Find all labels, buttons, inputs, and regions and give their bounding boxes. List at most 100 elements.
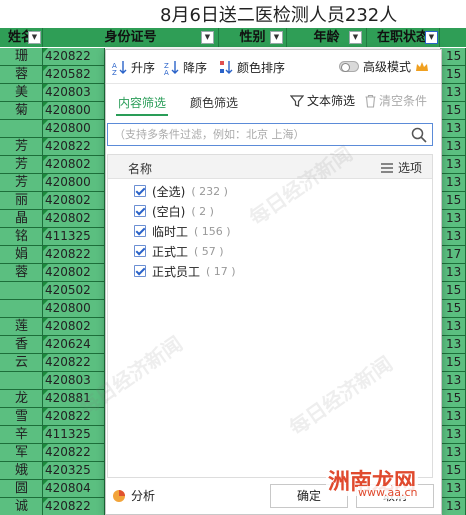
sort-descending-button[interactable]: Z A 降序 (164, 58, 207, 76)
cell-name[interactable]: 娥 (0, 462, 43, 480)
filter-dropdown-icon[interactable]: ▼ (349, 31, 362, 44)
checkbox[interactable] (134, 185, 146, 197)
cell-next[interactable]: 13 (440, 426, 466, 444)
cell-id[interactable]: 420822 (43, 408, 105, 426)
cell-id[interactable]: 420822 (43, 48, 105, 66)
filter-dropdown-icon[interactable]: ▼ (201, 31, 214, 44)
cell-name[interactable]: 丽 (0, 192, 43, 210)
cell-name[interactable]: 芳 (0, 156, 43, 174)
options-button[interactable]: 选项 (380, 159, 422, 176)
cell-name[interactable]: 龙 (0, 390, 43, 408)
cell-id[interactable]: 420822 (43, 138, 105, 156)
cell-next[interactable]: 13 (440, 210, 466, 228)
cell-next[interactable]: 15 (440, 462, 466, 480)
cell-id[interactable]: 420802 (43, 318, 105, 336)
cell-id[interactable]: 420803 (43, 372, 105, 390)
cell-name[interactable]: 军 (0, 444, 43, 462)
cell-name[interactable]: 圆 (0, 480, 43, 498)
filter-dropdown-icon[interactable]: ▼ (270, 31, 283, 44)
search-input[interactable] (108, 124, 403, 145)
cell-id[interactable]: 420800 (43, 102, 105, 120)
cell-id[interactable]: 420802 (43, 264, 105, 282)
header-status[interactable]: 在职状态 ▼ (367, 28, 440, 47)
cell-id[interactable]: 420582 (43, 66, 105, 84)
checkbox[interactable] (134, 205, 146, 217)
cell-name[interactable]: 芳 (0, 174, 43, 192)
cell-id[interactable]: 420822 (43, 354, 105, 372)
cell-next[interactable]: 17 (440, 246, 466, 264)
cell-name[interactable] (0, 282, 43, 300)
header-name[interactable]: 姓名 ▼ (0, 28, 43, 47)
cell-name[interactable]: 蓉 (0, 264, 43, 282)
cell-id[interactable]: 420822 (43, 444, 105, 462)
cell-next[interactable]: 13 (440, 228, 466, 246)
filter-list-item[interactable]: 正式工 ( 57 ) (134, 242, 224, 260)
cell-next[interactable]: 15 (440, 192, 466, 210)
tab-content-filter[interactable]: 内容筛选 (115, 94, 169, 116)
cell-id[interactable]: 411325 (43, 426, 105, 444)
cell-name[interactable]: 娟 (0, 246, 43, 264)
cell-name[interactable]: 菊 (0, 102, 43, 120)
cell-next[interactable]: 13 (440, 156, 466, 174)
cell-id[interactable]: 420802 (43, 156, 105, 174)
filter-dropdown-icon-active[interactable]: ▼ (425, 31, 438, 44)
filter-list-item[interactable]: (全选) ( 232 ) (134, 182, 228, 200)
search-box[interactable] (107, 123, 433, 146)
cell-name[interactable]: 珊 (0, 48, 43, 66)
cell-id[interactable]: 411325 (43, 228, 105, 246)
checkbox[interactable] (134, 245, 146, 257)
tab-color-filter[interactable]: 颜色筛选 (190, 94, 238, 114)
analyze-button[interactable]: 分析 (112, 487, 155, 504)
cell-next[interactable]: 13 (440, 84, 466, 102)
filter-dropdown-icon[interactable]: ▼ (28, 31, 41, 44)
filter-list-item[interactable]: (空白) ( 2 ) (134, 202, 214, 220)
cell-id[interactable]: 420802 (43, 192, 105, 210)
cell-next[interactable]: 13 (440, 480, 466, 498)
cell-next[interactable]: 13 (440, 372, 466, 390)
cell-name[interactable]: 美 (0, 84, 43, 102)
cell-next[interactable]: 15 (440, 354, 466, 372)
cell-name[interactable]: 芳 (0, 138, 43, 156)
cell-next[interactable]: 15 (440, 390, 466, 408)
cell-id[interactable]: 420800 (43, 174, 105, 192)
cell-next[interactable]: 13 (440, 408, 466, 426)
cell-name[interactable]: 诚 (0, 498, 43, 515)
cell-name[interactable] (0, 372, 43, 390)
cell-next[interactable]: 13 (440, 264, 466, 282)
checkbox[interactable] (134, 265, 146, 277)
cell-name[interactable]: 云 (0, 354, 43, 372)
cell-id[interactable]: 420325 (43, 462, 105, 480)
cell-id[interactable]: 420624 (43, 336, 105, 354)
header-gender[interactable]: 性别 ▼ (219, 28, 287, 47)
cell-id[interactable]: 420822 (43, 498, 105, 515)
cell-next[interactable]: 15 (440, 48, 466, 66)
cell-next[interactable]: 15 (440, 300, 466, 318)
cell-id[interactable]: 420881 (43, 390, 105, 408)
cell-id[interactable]: 420800 (43, 300, 105, 318)
checkbox[interactable] (134, 225, 146, 237)
cell-next[interactable]: 13 (440, 138, 466, 156)
header-id[interactable]: 身份证号 ▼ (43, 28, 219, 47)
cell-next[interactable]: 13 (440, 444, 466, 462)
text-filter-button[interactable]: 文本筛选 (290, 92, 355, 109)
cell-next[interactable]: 15 (440, 102, 466, 120)
cell-next[interactable]: 13 (440, 120, 466, 138)
cell-id[interactable]: 420804 (43, 480, 105, 498)
header-age[interactable]: 年龄 ▼ (287, 28, 367, 47)
cell-name[interactable]: 雪 (0, 408, 43, 426)
clear-conditions-button[interactable]: 清空条件 (364, 92, 427, 109)
cell-id[interactable]: 420802 (43, 210, 105, 228)
search-icon[interactable] (411, 127, 427, 143)
filter-list-item[interactable]: 正式员工 ( 17 ) (134, 262, 236, 280)
cell-name[interactable] (0, 120, 43, 138)
cell-name[interactable]: 晶 (0, 210, 43, 228)
cell-name[interactable]: 香 (0, 336, 43, 354)
cell-next[interactable]: 13 (440, 336, 466, 354)
cell-next[interactable]: 15 (440, 282, 466, 300)
filter-list-item[interactable]: 临时工 ( 156 ) (134, 222, 231, 240)
cell-name[interactable] (0, 300, 43, 318)
cell-next[interactable]: 13 (440, 498, 466, 515)
cell-id[interactable]: 420800 (43, 120, 105, 138)
cell-name[interactable]: 辛 (0, 426, 43, 444)
cell-id[interactable]: 420803 (43, 84, 105, 102)
